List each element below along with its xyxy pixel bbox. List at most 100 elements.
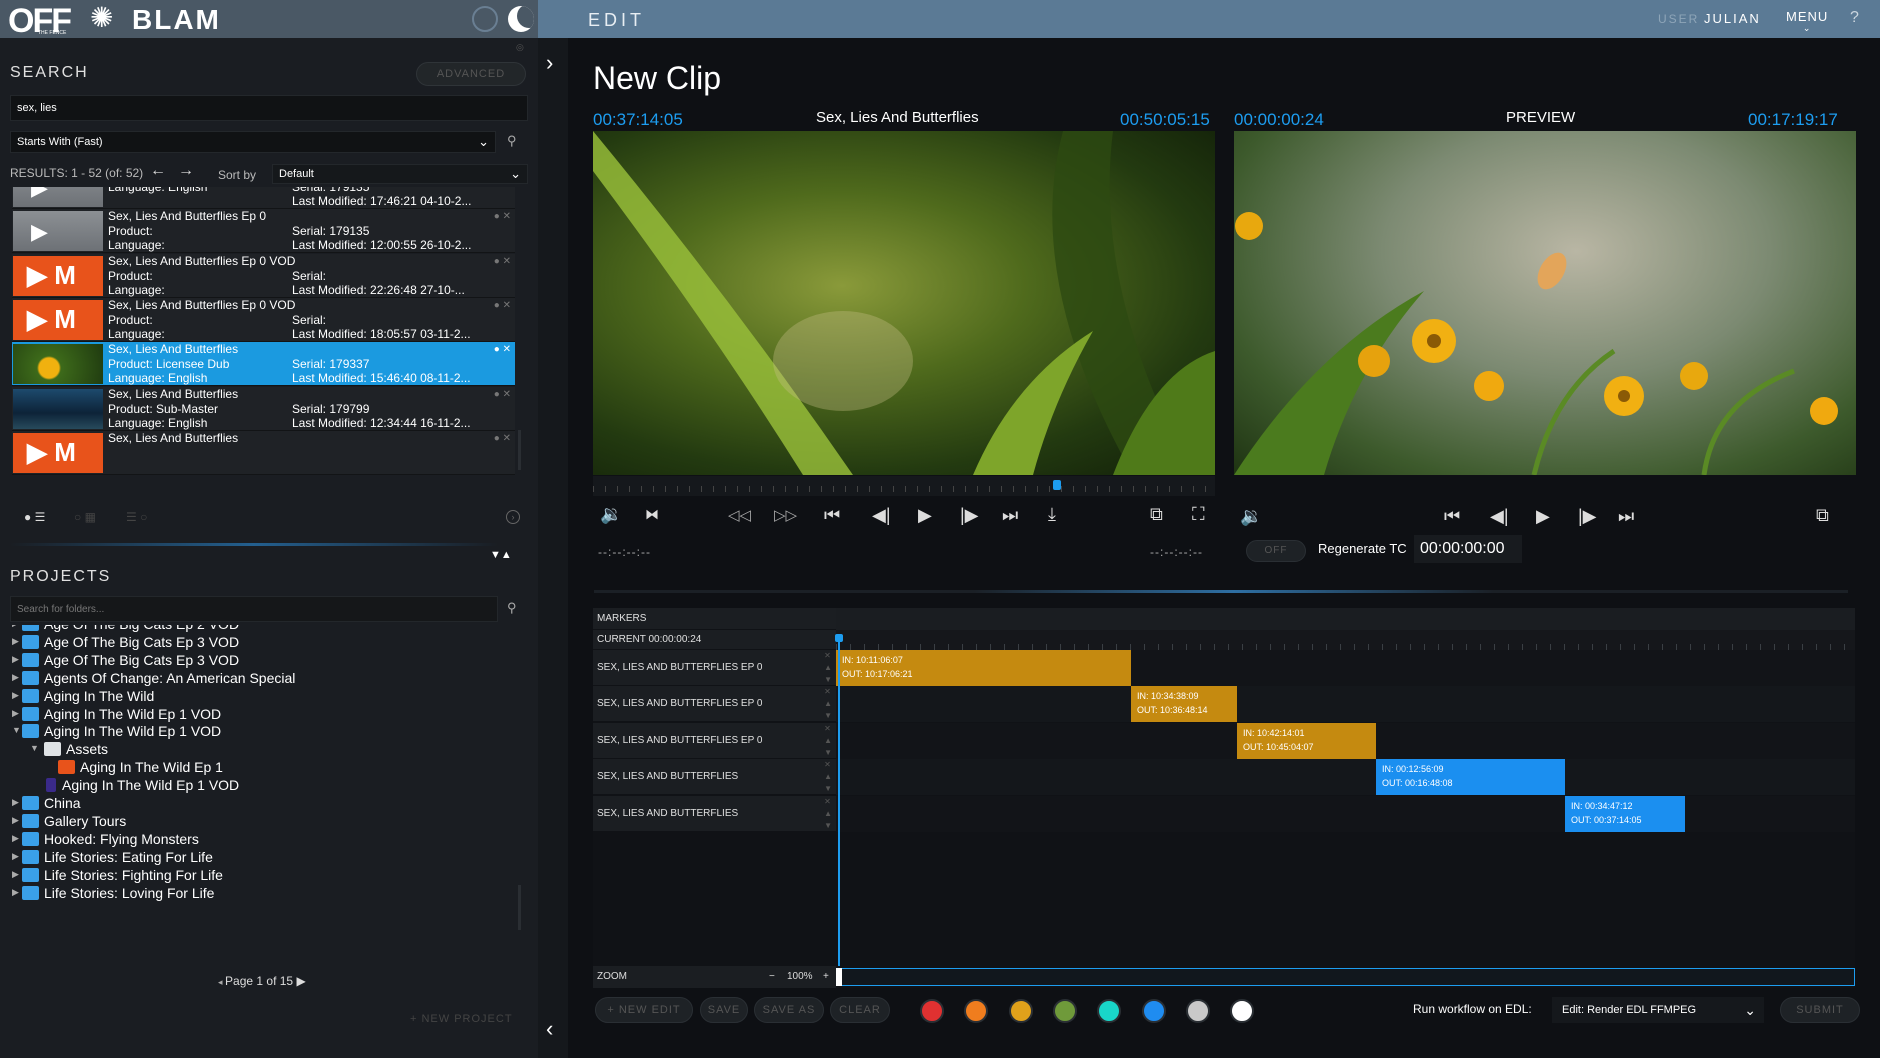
result-thumbnail[interactable]: ▶ M (13, 432, 103, 473)
new-edit-button[interactable]: + NEW EDIT (595, 997, 693, 1023)
preview-skip-back-icon[interactable]: ⏮ (1444, 506, 1460, 527)
collapsed-arrow-icon[interactable]: ▶ (12, 690, 19, 701)
track-label[interactable]: SEX, LIES AND BUTTERFLIES ✕ ▲ ▼ (593, 759, 836, 796)
new-project-button[interactable]: + NEW PROJECT (410, 1013, 513, 1025)
search-icon[interactable]: ⚲ (507, 133, 517, 149)
track-label[interactable]: SEX, LIES AND BUTTERFLIES EP 0 ✕ ▲ ▼ (593, 722, 836, 759)
scrubber-handle[interactable] (1053, 480, 1061, 490)
regen-tc-input[interactable]: 00:00:00:00 (1414, 535, 1522, 563)
popout-icon[interactable]: ⧉ (1150, 504, 1163, 525)
collapsed-arrow-icon[interactable]: ▶ (12, 851, 19, 862)
step-back-icon[interactable]: ◀| (872, 505, 891, 526)
blam-logo[interactable]: BLAM (132, 4, 221, 36)
zoom-slider-handle[interactable] (836, 968, 842, 986)
settings-icon[interactable] (472, 6, 498, 32)
marker-color-swatch[interactable] (1097, 999, 1122, 1023)
regen-toggle[interactable]: OFF (1246, 540, 1306, 562)
preview-step-forward-icon[interactable]: |▶ (1578, 506, 1597, 527)
search-icon[interactable]: ⚲ (507, 600, 517, 616)
volume-icon[interactable]: 🔉 (600, 504, 622, 525)
timeline-clip[interactable]: IN: 10:34:38:09 OUT: 10:36:48:14 (1131, 686, 1237, 723)
menu-button[interactable]: MENU ⌄ (1786, 9, 1828, 33)
skip-forward-icon[interactable]: ⏭ (1002, 505, 1018, 526)
save-as-button[interactable]: SAVE AS (754, 997, 824, 1023)
track-controls-icon[interactable]: ✕ ▲ ▼ (824, 759, 832, 795)
projects-scrollbar[interactable] (518, 885, 521, 930)
search-mode-select[interactable]: Starts With (Fast) ⌄ (10, 131, 496, 153)
zoom-in-icon[interactable]: + (823, 966, 829, 988)
search-input[interactable]: sex, lies (10, 95, 528, 121)
collapsed-arrow-icon[interactable]: ▶ (12, 887, 19, 898)
collapsed-arrow-icon[interactable]: ▶ (12, 672, 19, 683)
collapsed-arrow-icon[interactable]: ▶ (12, 797, 19, 808)
workflow-select[interactable]: Edit: Render EDL FFMPEG ⌄ (1552, 997, 1764, 1023)
result-thumbnail[interactable]: ▶ (13, 187, 103, 207)
next-page-icon[interactable]: → (178, 162, 194, 180)
step-forward-icon[interactable]: |▶ (960, 505, 979, 526)
mark-out-icon[interactable]: ▷▷ (774, 506, 797, 524)
preview-volume-icon[interactable]: 🔉 (1240, 506, 1262, 527)
collapse-chevron-icon[interactable]: ‹ (546, 1016, 553, 1042)
playhead[interactable] (838, 636, 840, 966)
result-thumbnail[interactable] (13, 344, 103, 385)
close-icon[interactable]: ● ✕ (494, 344, 511, 355)
close-icon[interactable]: ● ✕ (494, 211, 511, 222)
collapsed-arrow-icon[interactable]: ▶ (12, 654, 19, 665)
track-controls-icon[interactable]: ✕ ▲ ▼ (824, 686, 832, 722)
panel-divider[interactable] (10, 543, 498, 546)
source-scrubber[interactable] (593, 476, 1215, 496)
result-thumbnail[interactable] (13, 388, 103, 429)
preview-skip-forward-icon[interactable]: ⏭ (1618, 506, 1634, 527)
pager-prev-icon[interactable]: ◂ (218, 977, 225, 987)
preview-video[interactable] (1234, 131, 1856, 475)
timeline-clip[interactable]: IN: 00:12:56:09 OUT: 00:16:48:08 (1376, 759, 1565, 796)
track-row[interactable] (836, 759, 1855, 796)
result-thumbnail[interactable]: ▶ M (13, 255, 103, 296)
insert-clip-icon[interactable]: ⤓ (1048, 504, 1056, 525)
sort-select[interactable]: Default ⌄ (272, 164, 528, 184)
close-icon[interactable]: ● ✕ (494, 389, 511, 400)
marker-color-swatch[interactable] (1052, 999, 1077, 1023)
mark-in-icon[interactable]: ◁◁ (728, 506, 751, 524)
play-icon[interactable]: ▶ (918, 505, 932, 526)
track-controls-icon[interactable]: ✕ ▲ ▼ (824, 723, 832, 759)
close-icon[interactable]: ● ✕ (494, 256, 511, 267)
info-icon[interactable]: › (506, 510, 520, 524)
timeline-clip[interactable]: IN: 00:34:47:12 OUT: 00:37:14:05 (1565, 795, 1685, 832)
collapsed-arrow-icon[interactable]: ▶ (12, 815, 19, 826)
track-row[interactable] (836, 795, 1855, 832)
save-button[interactable]: SAVE (700, 997, 748, 1023)
track-label[interactable]: SEX, LIES AND BUTTERFLIES EP 0 ✕ ▲ ▼ (593, 650, 836, 686)
collapsed-arrow-icon[interactable]: ▶ (12, 625, 19, 629)
timeline[interactable]: MARKERS CURRENT 00:00:00:24 SEX, LIES AN… (593, 608, 1855, 988)
preview-step-back-icon[interactable]: ◀| (1490, 506, 1509, 527)
advanced-button[interactable]: ADVANCED (416, 62, 526, 86)
preview-play-icon[interactable]: ▶ (1536, 506, 1550, 527)
grid-view-icon[interactable]: ○ ▦ (74, 510, 96, 524)
user-name[interactable]: JULIAN (1704, 11, 1761, 26)
expanded-arrow-icon[interactable]: ▼ (30, 743, 39, 753)
trim-icon[interactable]: ⧓ (645, 506, 659, 523)
marker-color-swatch[interactable] (1230, 999, 1255, 1023)
compact-view-icon[interactable]: ☰ ○ (126, 510, 147, 524)
help-icon[interactable]: ? (1850, 9, 1859, 27)
track-label[interactable]: SEX, LIES AND BUTTERFLIES EP 0 ✕ ▲ ▼ (593, 686, 836, 723)
collapsed-arrow-icon[interactable]: ▶ (12, 636, 19, 647)
result-item[interactable]: Sex, Lies And Butterflies Product: Sub-Ma… (12, 386, 515, 431)
moon-icon[interactable] (508, 6, 534, 32)
collapsed-arrow-icon[interactable]: ▶ (12, 833, 19, 844)
result-item[interactable]: ▶ Sex, Lies And Butterflies Ep 0 Product: L… (12, 209, 515, 254)
marker-color-swatch[interactable] (1185, 999, 1210, 1023)
preview-popout-icon[interactable]: ⧉ (1816, 505, 1829, 526)
result-item[interactable]: ▶ M Sex, Lies And Butterflies ● ✕ (12, 430, 515, 475)
pin-icon[interactable]: ◎ (516, 42, 524, 53)
timeline-clip[interactable]: IN: 10:11:06:07 OUT: 10:17:06:21 (836, 650, 1131, 686)
marker-color-swatch[interactable] (964, 999, 989, 1023)
pager-next-icon[interactable]: ▶ (296, 974, 305, 988)
result-thumbnail[interactable]: ▶ M (13, 299, 103, 340)
close-icon[interactable]: ● ✕ (494, 300, 511, 311)
marker-color-swatch[interactable] (1008, 999, 1033, 1023)
prev-page-icon[interactable]: ← (150, 162, 166, 180)
expanded-arrow-icon[interactable]: ▼ (12, 725, 21, 735)
skip-back-icon[interactable]: ⏮ (824, 505, 840, 526)
